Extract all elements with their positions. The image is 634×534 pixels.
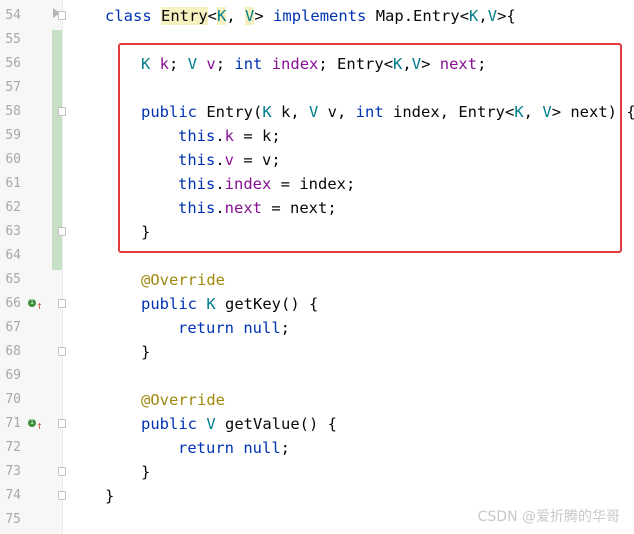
code-token: implements xyxy=(273,7,376,25)
code-token: @Override xyxy=(141,391,225,409)
line-number: 74 xyxy=(5,488,21,503)
code-line[interactable]: 54 class Entry<K, V> implements Map.Entr… xyxy=(0,4,634,28)
implements-marker-icon[interactable]: I xyxy=(28,419,36,427)
line-number: 58 xyxy=(5,104,21,119)
code-token: class xyxy=(105,7,161,25)
fold-end-icon[interactable] xyxy=(58,491,66,500)
line-number: 73 xyxy=(5,464,21,479)
fold-icon[interactable] xyxy=(58,107,66,116)
line-number: 60 xyxy=(5,152,21,167)
code-token: , xyxy=(226,7,246,25)
code-token: getKey() { xyxy=(225,295,319,313)
line-number: 55 xyxy=(5,32,21,47)
code-token: > xyxy=(254,7,274,25)
code-text[interactable]: } xyxy=(141,340,150,364)
code-token: public xyxy=(141,415,207,433)
code-token: @Override xyxy=(141,271,225,289)
fold-icon[interactable] xyxy=(58,11,66,20)
code-token: K xyxy=(217,7,227,25)
code-token: getValue() { xyxy=(225,415,337,433)
code-line[interactable]: 72 return null; xyxy=(0,436,634,460)
code-token: K xyxy=(206,295,225,313)
code-token: } xyxy=(105,487,115,505)
code-line[interactable]: 67 return null; xyxy=(0,316,634,340)
override-arrow-icon[interactable]: ↑ xyxy=(36,294,43,318)
code-line[interactable]: 70 @Override xyxy=(0,388,634,412)
code-token: V xyxy=(206,415,225,433)
code-text[interactable]: @Override xyxy=(141,388,225,412)
line-number: 56 xyxy=(5,56,21,71)
code-token: public xyxy=(141,295,207,313)
code-token: K xyxy=(469,7,479,25)
line-number: 72 xyxy=(5,440,21,455)
fold-icon[interactable] xyxy=(58,419,66,428)
line-number: 66 xyxy=(5,296,21,311)
code-token: ; xyxy=(280,319,290,337)
code-editor[interactable]: 54 class Entry<K, V> implements Map.Entr… xyxy=(0,0,634,534)
code-text[interactable]: public K getKey() { xyxy=(141,292,318,316)
line-number: 61 xyxy=(5,176,21,191)
code-token: Entry xyxy=(161,7,208,25)
line-number: 75 xyxy=(5,512,21,527)
code-token: } xyxy=(141,463,151,481)
code-text[interactable]: @Override xyxy=(141,268,225,292)
implements-marker-icon[interactable]: I xyxy=(28,299,36,307)
line-number: 64 xyxy=(5,248,21,263)
code-text[interactable]: return null; xyxy=(178,316,290,340)
code-line[interactable]: 68 } xyxy=(0,340,634,364)
code-text[interactable]: } xyxy=(141,460,150,484)
line-number: 67 xyxy=(5,320,21,335)
code-line[interactable]: 65 @Override xyxy=(0,268,634,292)
fold-end-icon[interactable] xyxy=(58,467,66,476)
fold-end-icon[interactable] xyxy=(58,347,66,356)
code-line[interactable]: 73 } xyxy=(0,460,634,484)
code-line[interactable]: 66 I ↑ public K getKey() { xyxy=(0,292,634,316)
code-text[interactable]: } xyxy=(105,484,114,508)
code-line[interactable]: 74 } xyxy=(0,484,634,508)
code-token: >{ xyxy=(497,7,516,25)
code-text[interactable]: public V getValue() { xyxy=(141,412,337,436)
code-text[interactable]: return null; xyxy=(178,436,290,460)
code-token: return null xyxy=(178,439,281,457)
line-number: 59 xyxy=(5,128,21,143)
code-token: < xyxy=(207,7,218,25)
line-number: 71 xyxy=(5,416,21,431)
code-line[interactable]: 69 xyxy=(0,364,634,388)
highlight-annotation-box xyxy=(118,43,622,253)
code-token: } xyxy=(141,343,151,361)
code-token: Map.Entry< xyxy=(375,7,470,25)
line-number: 57 xyxy=(5,80,21,95)
code-token: ; xyxy=(280,439,290,457)
code-token: , xyxy=(478,7,488,25)
line-number: 70 xyxy=(5,392,21,407)
line-number: 69 xyxy=(5,368,21,383)
watermark: CSDN @爱折腾的华哥 xyxy=(477,509,620,525)
code-token: return null xyxy=(178,319,281,337)
code-line[interactable]: 71 I ↑ public V getValue() { xyxy=(0,412,634,436)
line-number: 68 xyxy=(5,344,21,359)
override-arrow-icon[interactable]: ↑ xyxy=(36,414,43,438)
fold-end-icon[interactable] xyxy=(58,227,66,236)
fold-icon[interactable] xyxy=(58,299,66,308)
code-token: V xyxy=(245,7,255,25)
code-text[interactable]: class Entry<K, V> implements Map.Entry<K… xyxy=(105,4,516,28)
line-number: 62 xyxy=(5,200,21,215)
code-token: V xyxy=(487,7,498,25)
line-number: 65 xyxy=(5,272,21,287)
line-number: 63 xyxy=(5,224,21,239)
line-number: 54 xyxy=(5,8,21,23)
